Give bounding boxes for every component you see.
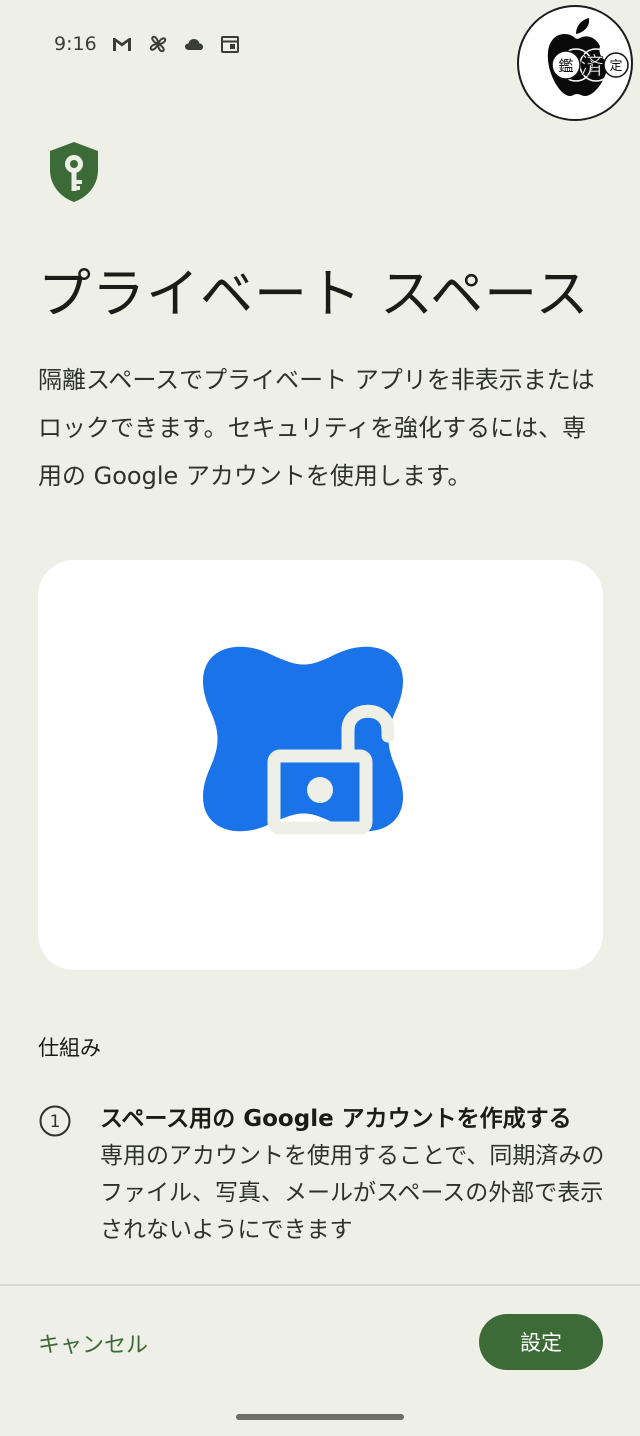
step-title: スペース用の Google アカウントを作成する xyxy=(100,1106,572,1132)
seal-char-left: 鑑 xyxy=(558,57,573,75)
step-number: 1 xyxy=(50,1112,61,1132)
watermark-seal: 鑑 済 定 xyxy=(516,4,634,122)
unlocked-padlock-icon xyxy=(202,646,404,835)
list-item: スペース用の Google アカウントを作成する 専用のアカウントを使用すること… xyxy=(100,1100,605,1249)
page-title: プライベート スペース xyxy=(38,264,590,325)
seal-char-right: 定 xyxy=(609,59,622,74)
gmail-icon xyxy=(111,33,133,55)
seal-char-center: 済 xyxy=(580,52,604,80)
shield-key-icon xyxy=(46,140,102,204)
footer-divider xyxy=(0,1284,640,1286)
cloud-icon xyxy=(183,33,205,55)
setup-button[interactable]: 設定 xyxy=(479,1314,603,1370)
status-time: 9:16 xyxy=(54,33,97,55)
description-text: 隔離スペースでプライベート アプリを非表示またはロックできます。セキュリティを強… xyxy=(38,366,595,490)
cancel-button[interactable]: キャンセル xyxy=(38,1324,148,1362)
calendar-icon xyxy=(219,33,241,55)
home-indicator[interactable] xyxy=(236,1414,404,1420)
illustration-card xyxy=(38,560,603,970)
status-bar: 9:16 xyxy=(54,30,241,58)
step-number-badge: 1 xyxy=(38,1104,72,1138)
step-text: 専用のアカウントを使用することで、同期済みのファイル、写真、メールがスペースの外… xyxy=(100,1143,605,1243)
pinwheel-icon xyxy=(147,33,169,55)
section-label: 仕組み xyxy=(38,1036,101,1060)
